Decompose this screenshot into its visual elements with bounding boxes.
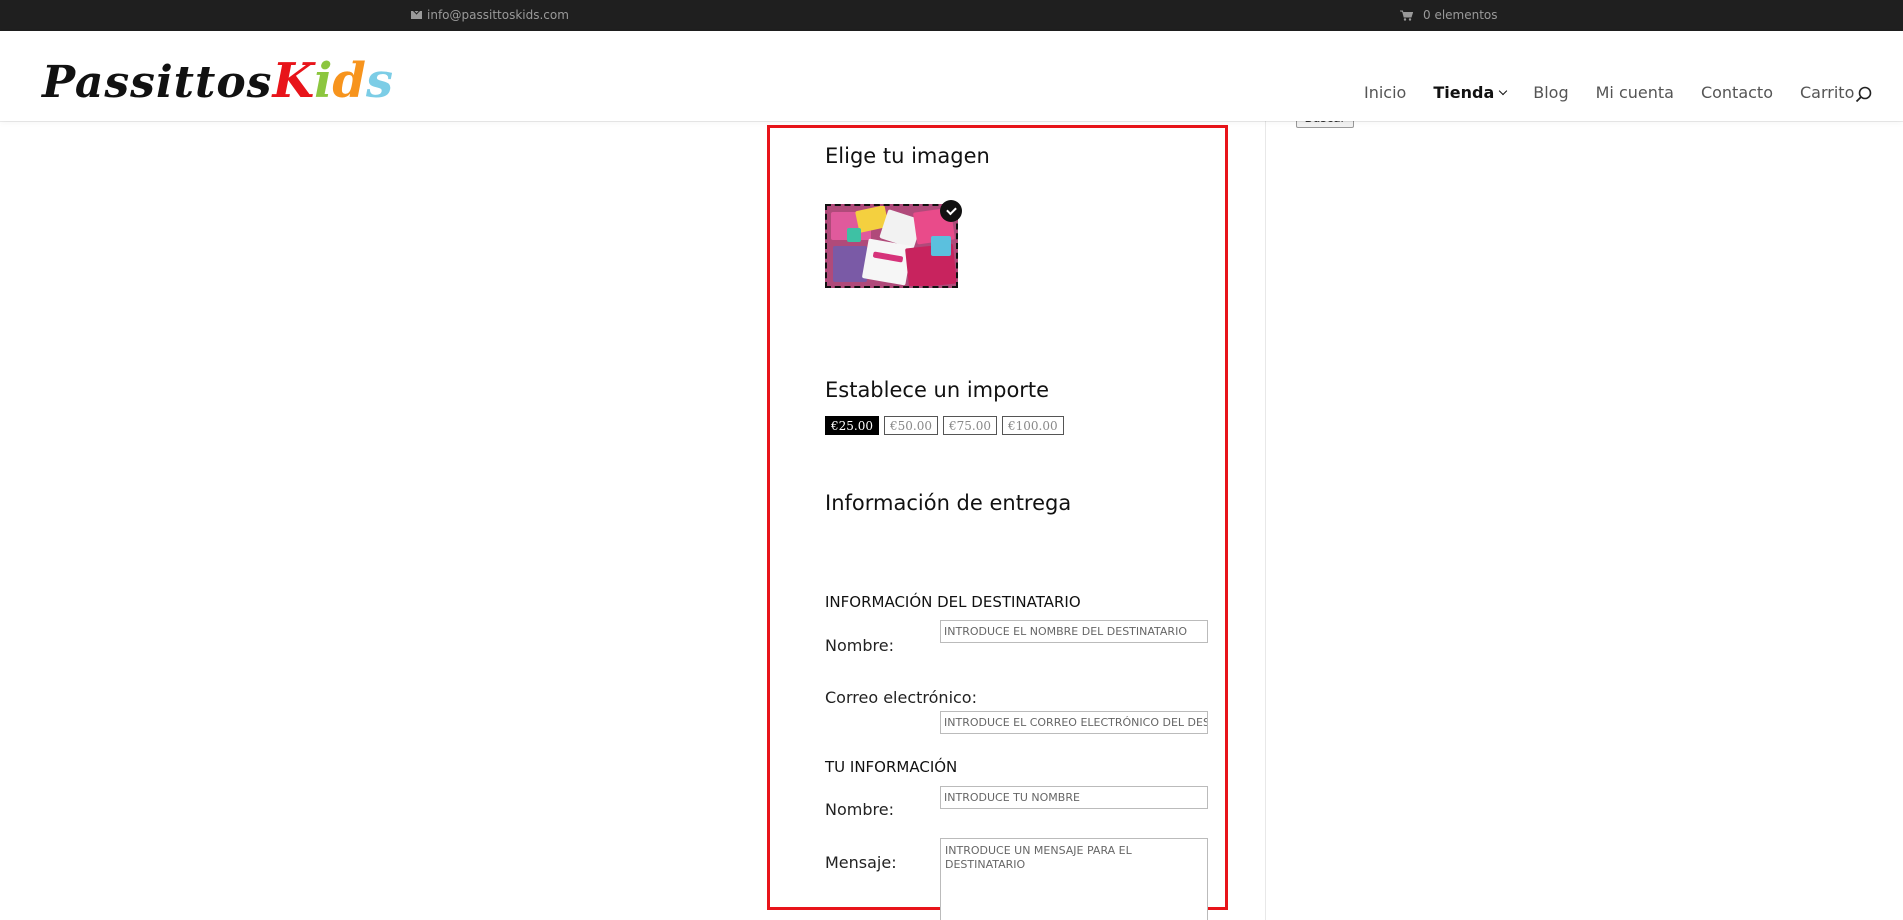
- nav-mi-cuenta[interactable]: Mi cuenta: [1596, 83, 1674, 102]
- top-bar: info@passittoskids.com 0 elementos: [0, 0, 1903, 31]
- amount-title: Establece un importe: [825, 378, 1050, 402]
- logo-text-kids: K i d s: [272, 53, 393, 109]
- nav-tienda[interactable]: Tienda: [1433, 83, 1508, 102]
- recipient-section-label: INFORMACIÓN DEL DESTINATARIO: [825, 593, 1081, 611]
- your-name-input[interactable]: INTRODUCE TU NOMBRE: [940, 786, 1208, 809]
- search-icon[interactable]: [1855, 86, 1873, 108]
- message-textarea[interactable]: INTRODUCE UN MENSAJE PARA EL DESTINATARI…: [940, 838, 1208, 920]
- topbar-cart-text[interactable]: 0 elementos: [1423, 8, 1498, 22]
- image-fragment: [847, 228, 861, 242]
- your-name-label: Nombre:: [825, 800, 894, 819]
- amount-option[interactable]: €25.00: [825, 416, 879, 435]
- nav-inicio[interactable]: Inicio: [1364, 83, 1406, 102]
- site-logo[interactable]: Passittos K i d s: [42, 53, 393, 109]
- chevron-down-icon: [1498, 86, 1508, 95]
- nav-contacto[interactable]: Contacto: [1701, 83, 1773, 102]
- nav-tienda-label: Tienda: [1433, 83, 1495, 102]
- topbar-email-text[interactable]: info@passittoskids.com: [427, 8, 569, 22]
- recipient-name-placeholder: INTRODUCE EL NOMBRE DEL DESTINATARIO: [944, 625, 1187, 638]
- logo-text-passittos: Passittos: [42, 57, 273, 108]
- recipient-email-input[interactable]: INTRODUCE EL CORREO ELECTRÓNICO DEL DEST…: [940, 711, 1208, 734]
- sidebar-divider: [1265, 121, 1266, 920]
- nav-carrito[interactable]: Carrito: [1800, 83, 1854, 102]
- delivery-title: Información de entrega: [825, 491, 1072, 515]
- recipient-email-placeholder: INTRODUCE EL CORREO ELECTRÓNICO DEL DEST…: [944, 716, 1208, 729]
- gift-image-option[interactable]: [825, 204, 958, 288]
- recipient-email-label: Correo electrónico:: [825, 688, 977, 707]
- image-fragment: [861, 238, 913, 286]
- message-label: Mensaje:: [825, 853, 897, 872]
- recipient-name-input[interactable]: INTRODUCE EL NOMBRE DEL DESTINATARIO: [940, 620, 1208, 643]
- logo-letter: s: [365, 53, 393, 109]
- amount-option[interactable]: €100.00: [1002, 416, 1064, 435]
- nav-blog[interactable]: Blog: [1533, 83, 1568, 102]
- image-fragment: [931, 236, 951, 256]
- your-info-section-label: TU INFORMACIÓN: [825, 758, 958, 776]
- logo-letter: K: [272, 53, 315, 109]
- topbar-cart[interactable]: 0 elementos: [1400, 8, 1498, 22]
- message-placeholder: INTRODUCE UN MENSAJE PARA EL DESTINATARI…: [945, 844, 1132, 871]
- amount-option[interactable]: €75.00: [943, 416, 997, 435]
- amount-option[interactable]: €50.00: [884, 416, 938, 435]
- logo-letter: i: [314, 53, 333, 109]
- main-nav: Inicio Tienda Blog Mi cuenta Contacto Ca…: [1364, 83, 1881, 102]
- check-icon: [940, 200, 962, 222]
- your-name-placeholder: INTRODUCE TU NOMBRE: [944, 791, 1080, 804]
- logo-letter: d: [332, 53, 366, 109]
- topbar-email[interactable]: info@passittoskids.com: [411, 8, 569, 22]
- amount-options: €25.00 €50.00 €75.00 €100.00: [825, 416, 1064, 435]
- recipient-name-label: Nombre:: [825, 636, 894, 655]
- mail-icon: [411, 11, 422, 19]
- cart-icon: [1400, 10, 1413, 21]
- site-header: Passittos K i d s Inicio Tienda Blog Mi …: [0, 31, 1903, 121]
- choose-image-title: Elige tu imagen: [825, 144, 990, 168]
